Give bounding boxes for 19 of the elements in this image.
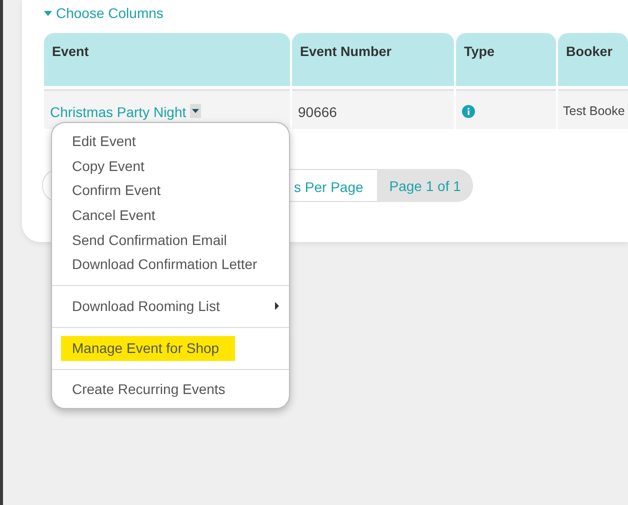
table-cell: Test Booke bbox=[558, 89, 628, 129]
menu-item[interactable]: Copy Event bbox=[52, 154, 289, 178]
info-icon[interactable] bbox=[462, 105, 475, 118]
table-cell: 90666 bbox=[292, 89, 454, 129]
column-header: Type bbox=[456, 33, 556, 86]
menu-item[interactable]: Manage Event for Shop bbox=[61, 336, 235, 360]
menu-item[interactable]: Cancel Event bbox=[52, 203, 289, 228]
menu-item[interactable]: Download Rooming List bbox=[52, 294, 289, 319]
menu-item[interactable]: Edit Event bbox=[52, 129, 289, 154]
menu-item[interactable]: Send Confirmation Email bbox=[52, 228, 289, 252]
menu-item[interactable]: Create Recurring Events bbox=[52, 378, 289, 402]
caret-icon bbox=[192, 109, 200, 113]
column-header: Booker bbox=[558, 33, 628, 86]
column-header: Event bbox=[44, 33, 290, 86]
menu-item[interactable]: Download Confirmation Letter bbox=[52, 252, 289, 278]
menu-item[interactable]: Confirm Event bbox=[52, 178, 289, 204]
dropdown-button[interactable] bbox=[190, 104, 202, 118]
column-header: Event Number bbox=[292, 33, 454, 86]
page-indicator: Page 1 of 1 bbox=[377, 169, 473, 202]
